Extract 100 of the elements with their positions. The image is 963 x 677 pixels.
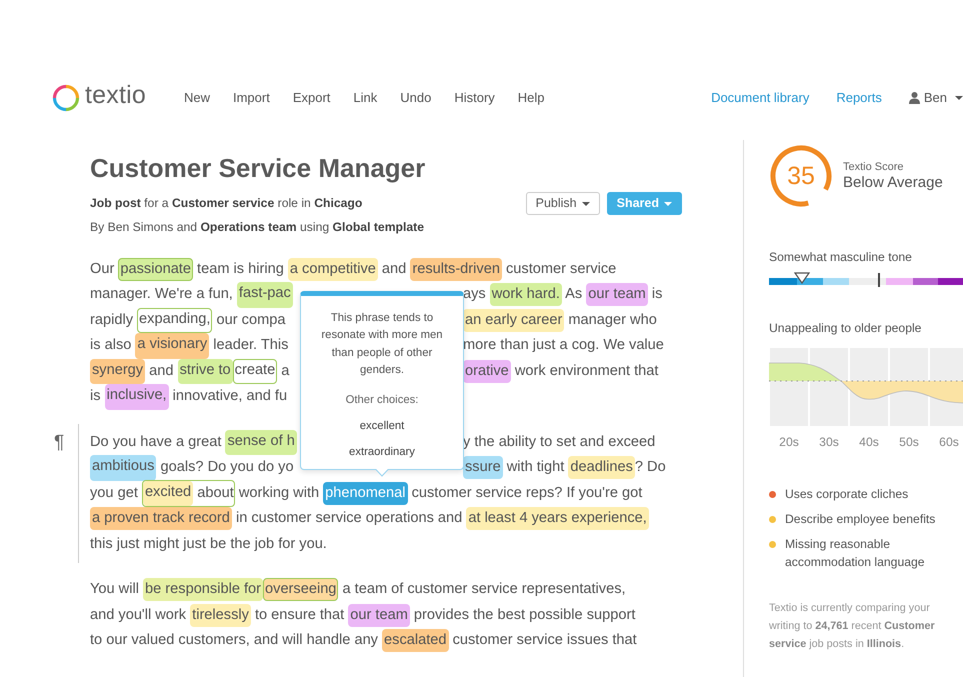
document-meta: Job post for a Customer service role in Chicago <box>90 194 362 212</box>
body-text: you get <box>90 484 139 503</box>
body-text: provides the best possible support <box>412 606 636 625</box>
axis-label: 60s <box>939 434 959 451</box>
body-text: to ensure that <box>254 606 346 625</box>
menu-link[interactable]: Export <box>292 88 330 108</box>
body-text: to our valued customers, and will handle any <box>90 631 379 650</box>
body-text: is also <box>90 336 132 356</box>
body-text: a team of customer service representatives, <box>341 580 626 600</box>
score-value: 35 <box>786 161 816 191</box>
comparison-note: Textio is currently comparing your writing to 24,761 recent Customer service job posts in Illinois. <box>769 600 936 652</box>
body-text: our compa <box>216 310 286 330</box>
score-rating: Below Average <box>843 174 943 192</box>
body-text: customer service reps? If you're got <box>410 484 642 503</box>
nav-link[interactable]: Document library <box>711 88 810 108</box>
body-text: is <box>90 387 102 406</box>
highlighted-phrase[interactable]: work hard. <box>490 283 562 306</box>
highlighted-phrase[interactable]: tirelessly <box>190 604 251 627</box>
highlighted-phrase[interactable]: passionate <box>118 258 193 281</box>
body-text: work environment that <box>514 362 658 381</box>
body-text: customer service issues that <box>452 631 637 650</box>
logo-ring-icon <box>52 84 80 112</box>
person-icon <box>908 92 920 104</box>
body-text: customer service <box>504 260 616 279</box>
highlighted-phrase[interactable]: our team <box>586 283 648 306</box>
axis-label: 50s <box>899 434 919 451</box>
score-label: Textio Score <box>843 160 905 174</box>
popover-label: Other choices: <box>344 392 420 408</box>
body-text: more than just a cog. We value <box>463 336 664 356</box>
document-meta: By Ben Simons and Operations team using Global template <box>90 218 424 236</box>
highlighted-phrase[interactable]: escalated <box>382 629 449 652</box>
body-text: rapidly <box>90 310 134 330</box>
highlighted-phrase[interactable]: excited about <box>142 480 235 508</box>
axis-label: 40s <box>859 434 879 451</box>
highlighted-phrase[interactable]: sense of h <box>225 430 297 456</box>
menu-link[interactable]: Import <box>232 88 270 108</box>
highlighted-phrase[interactable]: ambitious <box>90 455 156 481</box>
body-text: is <box>650 285 662 304</box>
body-text: manager who <box>567 310 657 330</box>
nav-link[interactable]: Reports <box>836 88 882 108</box>
body-text: team is hiring <box>196 260 285 279</box>
body-text: with tight <box>506 458 566 478</box>
user-menu[interactable]: Ben <box>908 88 963 108</box>
highlighted-phrase[interactable]: a visionary <box>135 333 210 359</box>
highlighted-phrase[interactable]: synergy <box>90 358 146 384</box>
highlighted-phrase[interactable]: a competitive <box>288 258 378 281</box>
highlighted-phrase[interactable]: a proven track record <box>90 507 232 530</box>
publish-button[interactable]: Publish <box>526 192 600 215</box>
menu-link[interactable]: Help <box>518 88 545 108</box>
tone-label: Somewhat masculine tone <box>769 249 913 266</box>
highlighted-phrase[interactable]: strive to <box>178 358 233 384</box>
highlighted-phrase[interactable]: be responsible for <box>143 578 264 602</box>
paragraph-mark: ¶ <box>54 430 64 455</box>
body-text: working with <box>238 484 320 503</box>
highlighted-phrase[interactable]: excited <box>142 480 194 506</box>
choice-option[interactable]: extraordinary <box>345 442 419 461</box>
menu-link[interactable]: Undo <box>400 88 432 108</box>
choice-option[interactable]: excellent <box>356 416 408 435</box>
body-text: and you'll work <box>90 606 188 625</box>
highlighted-phrase[interactable]: ssure <box>463 456 503 480</box>
body-text: As <box>564 285 584 304</box>
body-text: about <box>196 484 234 503</box>
highlighted-phrase[interactable]: overseeing <box>263 578 338 602</box>
highlighted-phrase[interactable]: results-driven <box>410 258 502 281</box>
highlighted-phrase[interactable]: inclusive, <box>104 384 169 410</box>
popover-text: This phrase tends to resonate with more men than people of other genders. <box>320 310 444 378</box>
highlighted-phrase[interactable]: deadlines <box>568 456 635 480</box>
axis-label: 20s <box>779 434 799 451</box>
body-text: manager. We're a fun, <box>90 285 234 304</box>
body-text: ? Do <box>634 458 666 478</box>
menu-link[interactable]: History <box>454 88 495 108</box>
body-text: innovative, and fu <box>172 387 288 406</box>
menu-link[interactable]: New <box>184 88 210 108</box>
age-label: Unappealing to older people <box>769 320 922 338</box>
axis-label: 30s <box>819 434 839 451</box>
highlighted-phrase[interactable]: an early career <box>463 308 564 332</box>
body-text: ays <box>463 285 487 304</box>
caret-icon <box>664 202 672 206</box>
highlighted-phrase[interactable]: fast-pac <box>236 282 293 308</box>
document-title: Customer Service Manager <box>90 154 426 183</box>
highlighted-phrase[interactable]: create <box>232 358 278 384</box>
body-text: Do you have a great <box>90 432 222 452</box>
highlighted-phrase[interactable]: our team <box>348 604 410 627</box>
logo-text: textio <box>85 80 146 112</box>
body-text: a <box>280 362 290 381</box>
body-text: this just might just be the job for you. <box>90 534 327 554</box>
issue-text: Describe employee benefits <box>785 510 936 528</box>
issue-text: Missing reasonable accommodation language <box>785 536 926 571</box>
body-text: You will <box>90 580 140 600</box>
body-text: goals? Do you do yo <box>160 458 294 478</box>
body-text: Our <box>90 260 116 279</box>
menu-link[interactable]: Link <box>353 88 378 108</box>
highlighted-phrase[interactable]: at least 4 years experience, <box>466 507 649 530</box>
highlighted-phrase[interactable]: orative <box>463 360 511 383</box>
caret-icon <box>955 96 963 100</box>
caret-icon <box>582 202 590 206</box>
body-text: leader. This <box>212 336 288 356</box>
score-ring-icon <box>769 144 833 208</box>
body-text: in customer service operations and <box>234 509 464 528</box>
issue-text: Uses corporate cliches <box>785 486 908 503</box>
